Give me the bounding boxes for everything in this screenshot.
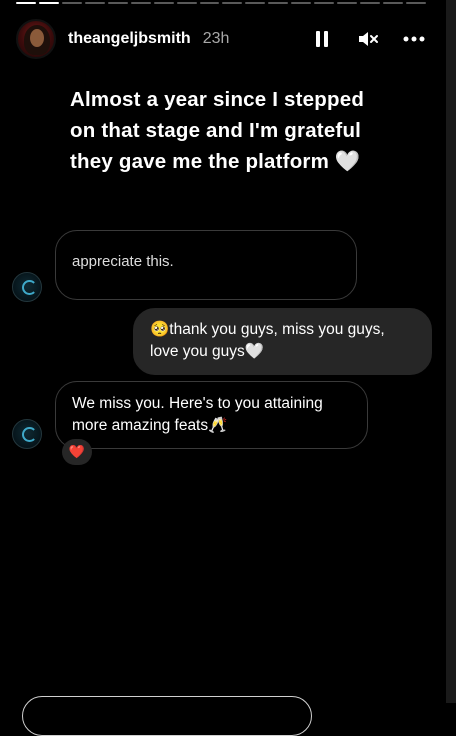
scrollbar	[446, 0, 456, 703]
received-message-text: We miss you. Here's to you attaining mor…	[72, 395, 323, 434]
progress-segment	[61, 2, 82, 4]
progress-segment	[84, 2, 105, 4]
sent-message-bubble: 🥺thank you guys, miss you guys, love you…	[133, 308, 432, 375]
more-icon[interactable]	[402, 27, 426, 51]
story-progress-bar	[16, 2, 426, 4]
sender-avatar	[12, 272, 42, 302]
story-timestamp: 23h	[202, 30, 230, 47]
story-controls	[310, 27, 426, 51]
progress-segment	[268, 2, 289, 4]
progress-segment	[291, 2, 312, 4]
progress-segment	[130, 2, 151, 4]
progress-segment	[107, 2, 128, 4]
progress-segment	[176, 2, 197, 4]
progress-segment	[383, 2, 403, 4]
story-header: theangeljbsmith 23h	[16, 18, 426, 60]
received-message-bubble: We miss you. Here's to you attaining mor…	[55, 381, 368, 449]
progress-segment	[405, 2, 426, 4]
progress-segment	[153, 2, 174, 4]
progress-segment	[245, 2, 266, 4]
message-bubble-cut: appreciate this.	[55, 230, 357, 300]
progress-segment	[16, 2, 36, 4]
pause-icon[interactable]	[310, 27, 334, 51]
heart-reaction: ❤️	[62, 439, 92, 465]
username-link[interactable]: theangeljbsmith	[68, 30, 191, 48]
sender-avatar	[12, 419, 42, 449]
progress-segment	[314, 2, 335, 4]
reply-input[interactable]	[22, 696, 312, 736]
mute-icon[interactable]	[356, 27, 380, 51]
progress-segment	[337, 2, 358, 4]
cut-message-text: appreciate this.	[72, 253, 174, 270]
sent-message-text: 🥺thank you guys, miss you guys, love you…	[150, 321, 385, 360]
progress-segment	[199, 2, 220, 4]
progress-segment	[222, 2, 243, 4]
profile-avatar[interactable]	[16, 19, 56, 59]
story-caption: Almost a year since I stepped on that st…	[70, 88, 365, 173]
progress-segment	[360, 2, 380, 4]
avatar-face	[30, 29, 44, 47]
heart-icon: ❤️	[68, 444, 86, 459]
progress-segment	[38, 2, 59, 4]
